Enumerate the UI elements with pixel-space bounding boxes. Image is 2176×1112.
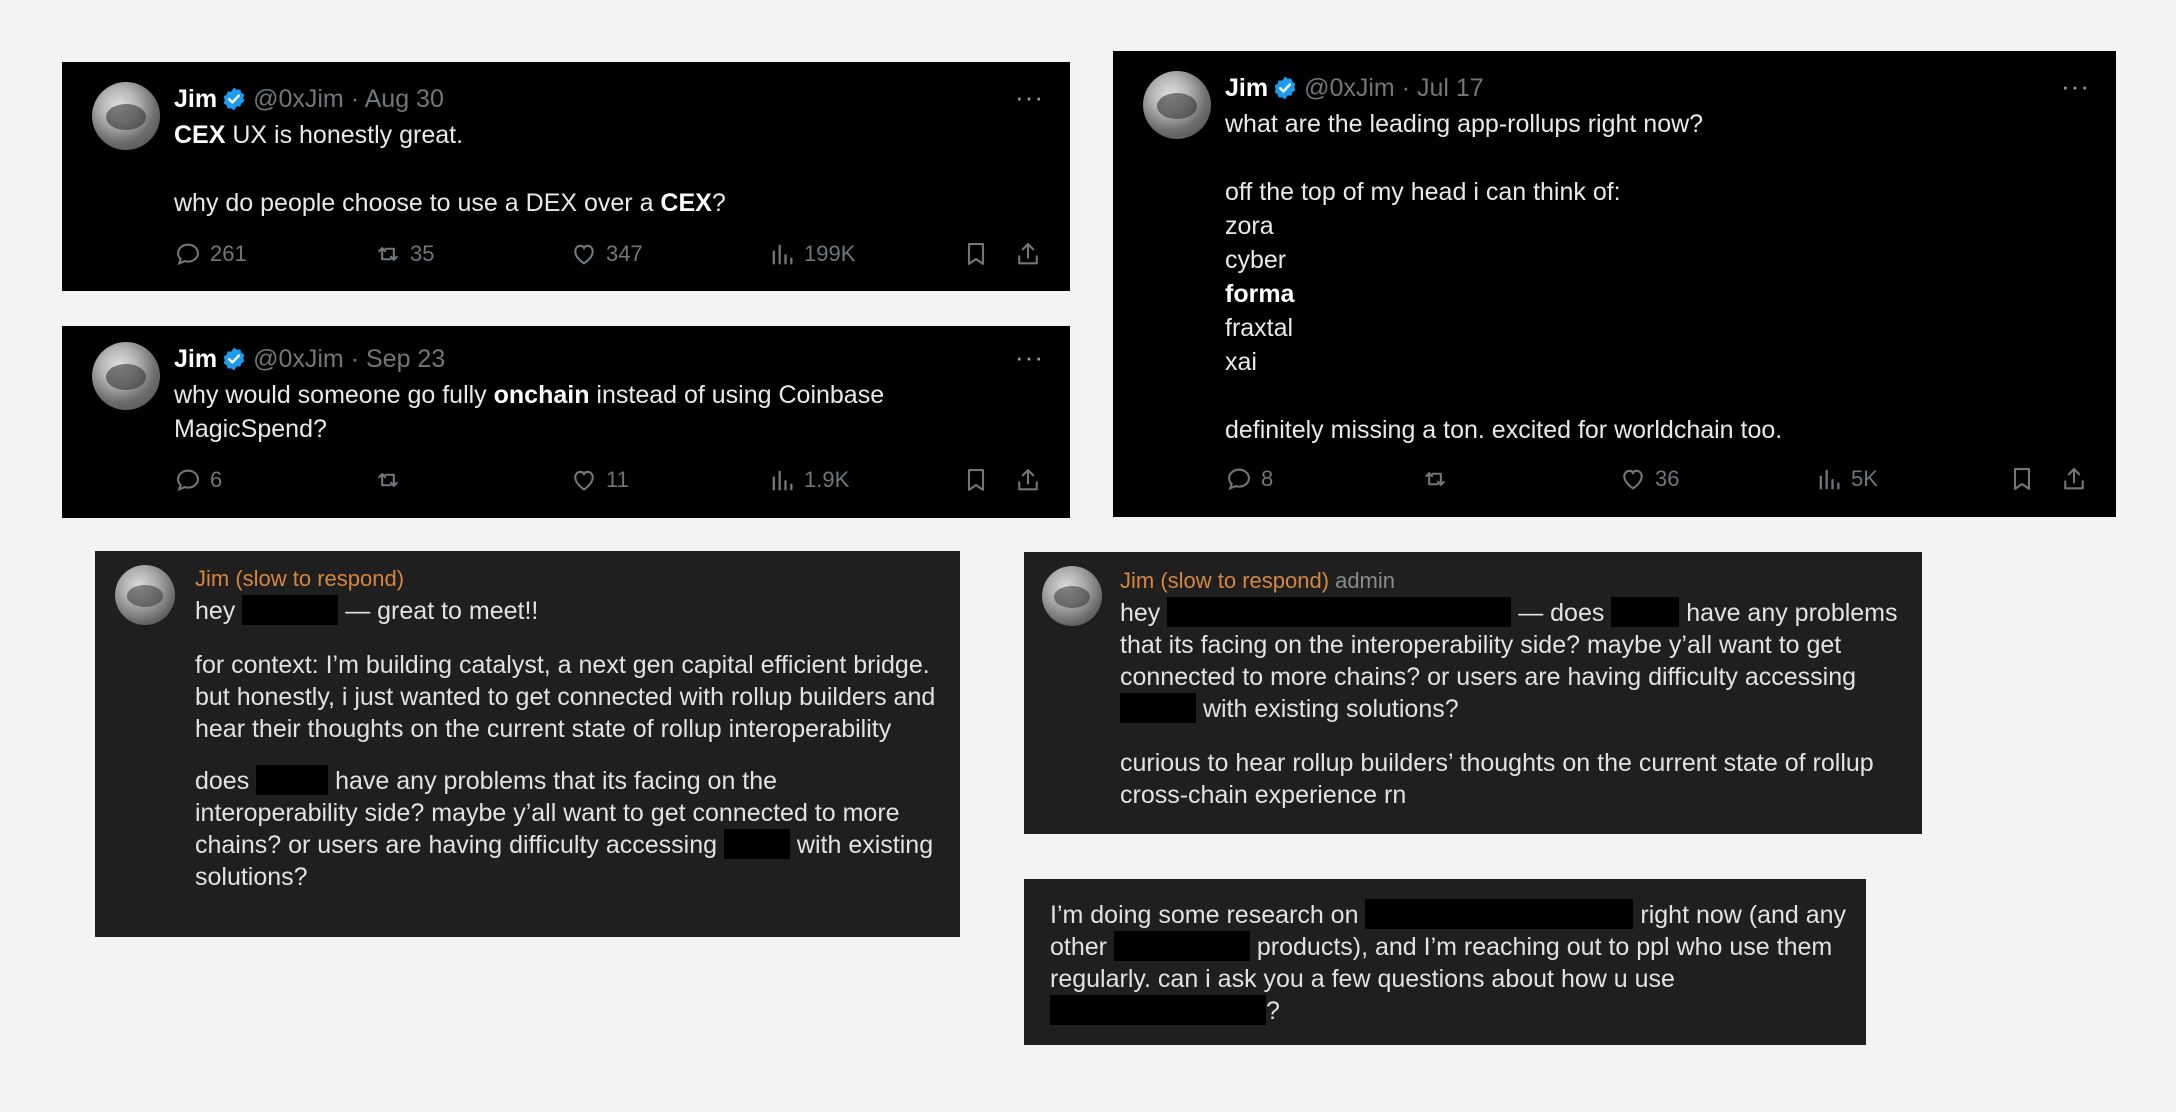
heart-icon: [574, 244, 594, 265]
avatar[interactable]: [92, 342, 160, 410]
verified-badge-icon: [223, 87, 245, 111]
tweet-date[interactable]: Sep 23: [366, 345, 445, 373]
repost-button[interactable]: [374, 466, 410, 494]
share-button[interactable]: [2060, 465, 2088, 493]
views-button[interactable]: 1.9K: [768, 466, 849, 494]
bookmark-icon: [967, 243, 985, 265]
tweet-date[interactable]: Aug 30: [365, 85, 444, 113]
separator-dot: ·: [350, 345, 360, 373]
message-paragraph: curious to hear rollup builders’ thought…: [1120, 749, 1874, 809]
avatar[interactable]: [92, 82, 160, 150]
chat-message-3: I’m doing some research on right now (an…: [1024, 879, 1866, 1045]
list-item: xai: [1225, 348, 1257, 376]
redacted-block: [256, 765, 329, 795]
more-options-icon[interactable]: ···: [1015, 342, 1044, 373]
more-options-icon[interactable]: ···: [2061, 71, 2090, 102]
verified-badge-icon: [223, 347, 245, 371]
redacted-block: [1365, 899, 1634, 929]
heart-icon: [1623, 469, 1643, 490]
views-chart-icon: [1819, 469, 1840, 490]
reply-button[interactable]: 6: [174, 466, 222, 494]
redacted-block: [1113, 931, 1250, 961]
tweet-actions: 261 35 347 199K: [174, 240, 1042, 270]
admin-badge: admin: [1335, 568, 1395, 593]
message-paragraph: hey — great to meet!!: [195, 595, 539, 625]
redacted-block: [1120, 693, 1196, 723]
verified-badge-icon: [1274, 76, 1296, 100]
share-icon: [2064, 468, 2084, 490]
repost-button[interactable]: 35: [374, 240, 434, 268]
redacted-block: [1050, 995, 1266, 1025]
avatar[interactable]: [1143, 71, 1211, 139]
sender-name[interactable]: Jim (slow to respond): [1120, 568, 1329, 593]
tweet-date[interactable]: Jul 17: [1417, 74, 1484, 102]
message-paragraph: I’m doing some research on right now (an…: [1050, 899, 1847, 1025]
separator-dot: ·: [1401, 74, 1411, 102]
author-name[interactable]: Jim: [1225, 74, 1268, 102]
tweet-text: what are the leading app-rollups right n…: [1225, 107, 2086, 447]
redacted-block: [723, 829, 790, 859]
list-item: forma: [1225, 280, 1295, 308]
repost-button[interactable]: [1421, 465, 1457, 493]
author-handle[interactable]: @0xJim: [253, 345, 344, 373]
like-button[interactable]: 11: [570, 466, 629, 494]
message-paragraph: hey — does have any problems that its fa…: [1120, 597, 1898, 723]
list-item: cyber: [1225, 246, 1287, 274]
redacted-block: [1167, 597, 1512, 627]
reply-button[interactable]: 8: [1225, 465, 1273, 493]
more-options-icon[interactable]: ···: [1015, 82, 1044, 113]
chat-message-2: Jim (slow to respond) admin hey — does ha…: [1024, 552, 1922, 834]
sender-name[interactable]: Jim (slow to respond): [195, 563, 945, 595]
share-button[interactable]: [1014, 466, 1042, 494]
chat-message-1: Jim (slow to respond) hey — great to mee…: [95, 551, 960, 937]
repost-icon: [378, 473, 398, 487]
list-item: fraxtal: [1225, 314, 1294, 342]
like-button[interactable]: 347: [570, 240, 643, 268]
list-item: zora: [1225, 212, 1274, 240]
bookmark-icon: [2013, 468, 2031, 490]
reply-icon: [1228, 468, 1250, 491]
bookmark-icon: [967, 469, 985, 491]
tweet-actions: 8 36 5K: [1225, 465, 2088, 495]
redacted-block: [1611, 597, 1680, 627]
author-handle[interactable]: @0xJim: [1304, 74, 1395, 102]
author-handle[interactable]: @0xJim: [253, 85, 344, 113]
tweet-actions: 6 11 1.9K: [174, 466, 1042, 496]
tweet-text: CEX UX is honestly great. why do people …: [174, 121, 726, 217]
separator-dot: ·: [350, 85, 360, 113]
avatar[interactable]: [1042, 566, 1102, 626]
views-button[interactable]: 199K: [768, 240, 855, 268]
author-name[interactable]: Jim: [174, 85, 217, 113]
share-icon: [1018, 469, 1038, 491]
views-chart-icon: [772, 244, 793, 265]
heart-icon: [574, 470, 594, 491]
views-chart-icon: [772, 470, 793, 491]
avatar[interactable]: [115, 565, 175, 625]
message-paragraph: does have any problems that its facing o…: [195, 765, 934, 891]
reply-icon: [177, 469, 199, 492]
views-button[interactable]: 5K: [1815, 465, 1878, 493]
author-name[interactable]: Jim: [174, 345, 217, 373]
share-icon: [1018, 243, 1038, 265]
tweet-card-aug30[interactable]: Jim @0xJim · Aug 30 ··· CEX UX is honestl…: [62, 62, 1070, 291]
repost-icon: [378, 247, 398, 261]
message-paragraph: for context: I’m building catalyst, a ne…: [195, 651, 936, 743]
bookmark-button[interactable]: [962, 240, 990, 268]
repost-icon: [1425, 472, 1445, 486]
reply-icon: [177, 243, 199, 266]
redacted-block: [242, 595, 339, 625]
share-button[interactable]: [1014, 240, 1042, 268]
tweet-card-sep23[interactable]: Jim @0xJim · Sep 23 ··· why would someone…: [62, 326, 1070, 518]
tweet-text: why would someone go fully onchain inste…: [174, 381, 885, 443]
bookmark-button[interactable]: [2008, 465, 2036, 493]
reply-button[interactable]: 261: [174, 240, 247, 268]
tweet-card-jul17[interactable]: Jim @0xJim · Jul 17 ··· what are the lead…: [1113, 51, 2116, 517]
bookmark-button[interactable]: [962, 466, 990, 494]
like-button[interactable]: 36: [1619, 465, 1679, 493]
